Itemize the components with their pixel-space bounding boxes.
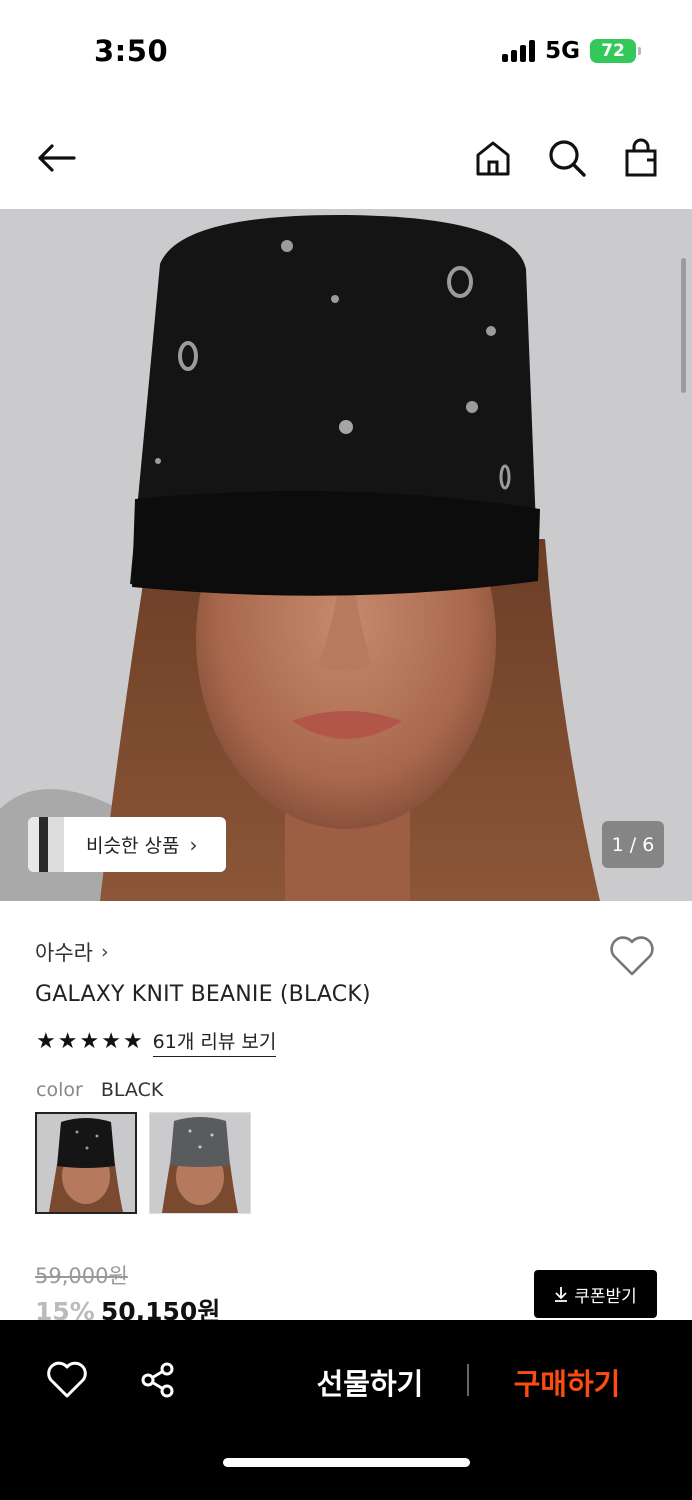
star-icon: ★ xyxy=(36,1029,56,1054)
brand-link[interactable]: 아수라 › xyxy=(35,937,109,967)
coupon-label: 쿠폰받기 xyxy=(574,1286,637,1307)
battery-level: 72 xyxy=(601,41,625,61)
similar-products-label: 비슷한 상품 xyxy=(86,835,180,857)
sale-price: 50,150원 xyxy=(100,1297,221,1320)
product-photo xyxy=(0,209,692,901)
home-button[interactable] xyxy=(471,136,515,180)
chevron-right-icon: › xyxy=(100,941,109,963)
color-swatches xyxy=(35,1112,251,1214)
swatch-black-image xyxy=(37,1114,135,1212)
image-page-counter: 1 / 6 xyxy=(602,821,664,868)
star-icon: ★ xyxy=(122,1029,143,1054)
divider xyxy=(467,1364,469,1396)
share-button[interactable] xyxy=(138,1360,178,1400)
product-image[interactable] xyxy=(0,209,692,901)
back-button[interactable] xyxy=(34,136,78,180)
share-icon xyxy=(141,1362,174,1398)
network-label: 5G xyxy=(545,38,580,64)
star-icon: ★ xyxy=(79,1029,100,1054)
rating-stars: ★ ★ ★ ★ ★ xyxy=(36,1031,143,1053)
buy-button[interactable]: 구매하기 xyxy=(497,1358,637,1406)
brand-name: 아수라 xyxy=(35,941,93,965)
similar-products-button[interactable]: 비슷한 상품 › xyxy=(28,817,226,872)
original-price: 59,000원 xyxy=(35,1264,128,1288)
status-bar: 3:50 5G 72 xyxy=(0,0,692,100)
arrow-left-icon xyxy=(38,144,76,172)
home-indicator[interactable] xyxy=(223,1458,470,1467)
reviews-link[interactable]: 61개 리뷰 보기 xyxy=(152,1027,277,1057)
bottom-action-bar: 선물하기 구매하기 xyxy=(0,1320,692,1500)
download-icon xyxy=(555,1287,568,1302)
status-indicators: 5G 72 xyxy=(502,38,641,64)
star-icon: ★ xyxy=(57,1029,78,1054)
scrollbar[interactable] xyxy=(681,258,686,393)
shopping-bag-button[interactable] xyxy=(619,136,663,180)
chevron-right-icon: › xyxy=(189,832,198,857)
search-icon xyxy=(549,140,586,177)
search-button[interactable] xyxy=(545,136,589,180)
price-row: 15% 50,150원 xyxy=(35,1292,220,1320)
status-time: 3:50 xyxy=(94,34,169,68)
bottom-wishlist-button[interactable] xyxy=(46,1360,88,1400)
shopping-bag-icon xyxy=(625,138,657,177)
color-label: color xyxy=(36,1079,83,1101)
star-icon: ★ xyxy=(101,1029,121,1054)
home-icon xyxy=(476,141,510,176)
product-title: GALAXY KNIT BEANIE (BLACK) xyxy=(35,982,371,1007)
heart-icon xyxy=(610,936,654,976)
swatch-grey-image xyxy=(150,1113,250,1213)
color-swatch-grey[interactable] xyxy=(149,1112,251,1214)
color-swatch-black[interactable] xyxy=(35,1112,137,1214)
signal-icon xyxy=(502,40,536,62)
color-row: color BLACK xyxy=(36,1079,163,1101)
gift-button[interactable]: 선물하기 xyxy=(300,1358,440,1406)
battery-icon: 72 xyxy=(590,39,641,63)
discount-rate: 15% xyxy=(35,1297,95,1320)
rating-row: ★ ★ ★ ★ ★ 61개 리뷰 보기 xyxy=(36,1027,277,1057)
coupon-button[interactable]: 쿠폰받기 xyxy=(534,1270,657,1318)
similar-products-thumbnail xyxy=(28,817,64,872)
wishlist-button[interactable] xyxy=(608,934,656,978)
top-nav xyxy=(0,118,692,198)
color-value: BLACK xyxy=(100,1079,164,1101)
heart-icon xyxy=(47,1361,87,1398)
